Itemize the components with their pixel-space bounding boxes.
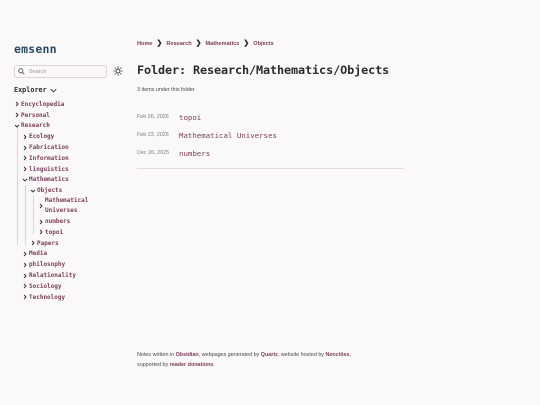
- list-item: Feb 26, 2026 topoi: [137, 108, 404, 126]
- explorer-heading: Explorer: [14, 86, 47, 94]
- tree-item-label: topoi: [45, 228, 64, 236]
- list-item: Feb 23, 2026 Mathematical Universes: [137, 126, 404, 144]
- chevron-down-icon: [50, 88, 57, 93]
- footer-link-donations[interactable]: reader donations: [170, 362, 214, 368]
- tree-item-label: Media: [29, 250, 48, 258]
- list-item: Dec 26, 2025 numbers: [137, 144, 404, 162]
- item-date: Feb 23, 2026: [137, 132, 169, 138]
- tree-item-label: philosophy: [29, 261, 66, 269]
- tree-item-label: Research: [21, 122, 50, 130]
- item-count: 3 items under this folder.: [137, 87, 196, 93]
- folder-list: Feb 26, 2026 topoi Feb 23, 2026 Mathemat…: [137, 108, 404, 162]
- tree-item-label: linguistics: [29, 165, 69, 173]
- tree-item-label: numbers: [45, 218, 71, 226]
- breadcrumb-objects[interactable]: Objects: [253, 41, 274, 47]
- tree-item-encyclopedia[interactable]: Encyclopedia: [14, 99, 126, 110]
- item-date: Feb 26, 2026: [137, 114, 169, 120]
- footer-link-quartz[interactable]: Quartz: [261, 352, 278, 358]
- tree-item-information[interactable]: Information: [22, 153, 126, 164]
- item-link[interactable]: Mathematical Universes: [179, 131, 277, 140]
- chevron-right-icon: [23, 251, 27, 257]
- footer-link-obsidian[interactable]: Obsidian: [176, 352, 199, 358]
- tree-item-technology[interactable]: Technology: [22, 292, 126, 303]
- chevron-right-icon: [23, 166, 27, 172]
- page-title: Folder: Research/Mathematics/Objects: [137, 63, 390, 77]
- breadcrumb-mathematics[interactable]: Mathematics: [206, 41, 240, 47]
- item-date: Dec 26, 2025: [137, 150, 170, 156]
- tree-item-label: Mathematical Universes: [45, 197, 89, 215]
- search-placeholder: Search: [29, 68, 47, 75]
- footer-text: ,: [349, 352, 351, 358]
- tree-item-label: Encyclopedia: [21, 100, 65, 108]
- tree-item-topoi[interactable]: topoi: [38, 227, 126, 238]
- breadcrumb-research[interactable]: Research: [166, 41, 191, 47]
- search-icon: [18, 68, 25, 75]
- search-input[interactable]: Search: [14, 65, 107, 78]
- chevron-right-icon: [23, 273, 27, 278]
- tree-item-label: Technology: [29, 293, 66, 301]
- tree-item-label: Information: [29, 154, 69, 162]
- item-link[interactable]: numbers: [179, 149, 210, 158]
- chevron-down-icon: [14, 124, 20, 128]
- tree-item-label: Personal: [21, 111, 50, 119]
- chevron-right-icon: [15, 102, 19, 107]
- tree-item-fabrication[interactable]: Fabrication: [22, 142, 126, 153]
- tree-item-personal[interactable]: Personal: [14, 110, 126, 121]
- breadcrumb-separator-icon: ❯: [243, 40, 250, 47]
- explorer-tree: Encyclopedia Personal Research Ecology F…: [14, 99, 126, 303]
- tree-item-objects[interactable]: Objects: [30, 185, 126, 196]
- tree-item-linguistics[interactable]: linguistics: [22, 164, 126, 175]
- chevron-right-icon: [15, 112, 19, 118]
- breadcrumb: Home ❯ Research ❯ Mathematics ❯ Objects: [137, 40, 274, 47]
- tree-item-mathematics[interactable]: Mathematics: [22, 175, 126, 186]
- explorer-toggle[interactable]: Explorer: [14, 86, 57, 94]
- footer: Notes written in Obsidian, webpages gene…: [137, 350, 404, 371]
- item-link[interactable]: topoi: [179, 113, 201, 122]
- tree-item-philosophy[interactable]: philosophy: [22, 259, 126, 270]
- tree-item-papers[interactable]: Papers: [30, 238, 126, 249]
- chevron-right-icon: [23, 284, 27, 289]
- chevron-right-icon: [39, 230, 43, 235]
- tree-guide: [17, 126, 18, 245]
- tree-item-label: Mathematics: [29, 176, 69, 184]
- chevron-right-icon: [23, 134, 27, 140]
- tree-guide: [33, 196, 34, 234]
- chevron-right-icon: [23, 156, 27, 161]
- tree-item-label: Relationality: [29, 272, 76, 280]
- chevron-right-icon: [23, 262, 27, 268]
- tree-item-sociology[interactable]: Sociology: [22, 281, 126, 292]
- tree-item-ecology[interactable]: Ecology: [22, 131, 126, 142]
- footer-text: supported by: [137, 362, 170, 369]
- tree-item-label: Papers: [37, 239, 59, 247]
- chevron-right-icon: [31, 240, 35, 246]
- tree-item-media[interactable]: Media: [22, 249, 126, 260]
- tree-item-numbers[interactable]: numbers: [38, 216, 126, 227]
- footer-text: , website hosted by: [277, 352, 326, 358]
- tree-item-label: Objects: [37, 187, 63, 195]
- tree-item-relationality[interactable]: Relationality: [22, 270, 126, 281]
- breadcrumb-home[interactable]: Home: [137, 41, 153, 47]
- footer-text: Notes written in: [137, 352, 176, 358]
- footer-text: .: [213, 362, 215, 369]
- breadcrumb-separator-icon: ❯: [156, 40, 163, 47]
- chevron-down-icon: [22, 178, 28, 182]
- footer-text: , webpages generated by: [198, 352, 261, 358]
- chevron-right-icon: [39, 203, 43, 209]
- footer-link-neocities[interactable]: Neocities: [326, 352, 350, 358]
- tree-item-research[interactable]: Research: [14, 121, 126, 132]
- chevron-down-icon: [30, 189, 36, 193]
- divider: [137, 168, 404, 169]
- tree-item-label: Ecology: [29, 133, 55, 141]
- chevron-right-icon: [39, 219, 43, 224]
- tree-item-label: Sociology: [29, 282, 62, 290]
- tree-guide: [25, 185, 26, 245]
- site-title[interactable]: emsenn: [14, 42, 57, 56]
- chevron-right-icon: [23, 145, 27, 150]
- breadcrumb-separator-icon: ❯: [195, 40, 202, 47]
- tree-item-label: Fabrication: [29, 144, 69, 152]
- tree-item-mathematical-universes[interactable]: Mathematical Universes: [38, 196, 126, 216]
- sun-icon[interactable]: [113, 66, 123, 76]
- chevron-right-icon: [23, 294, 27, 300]
